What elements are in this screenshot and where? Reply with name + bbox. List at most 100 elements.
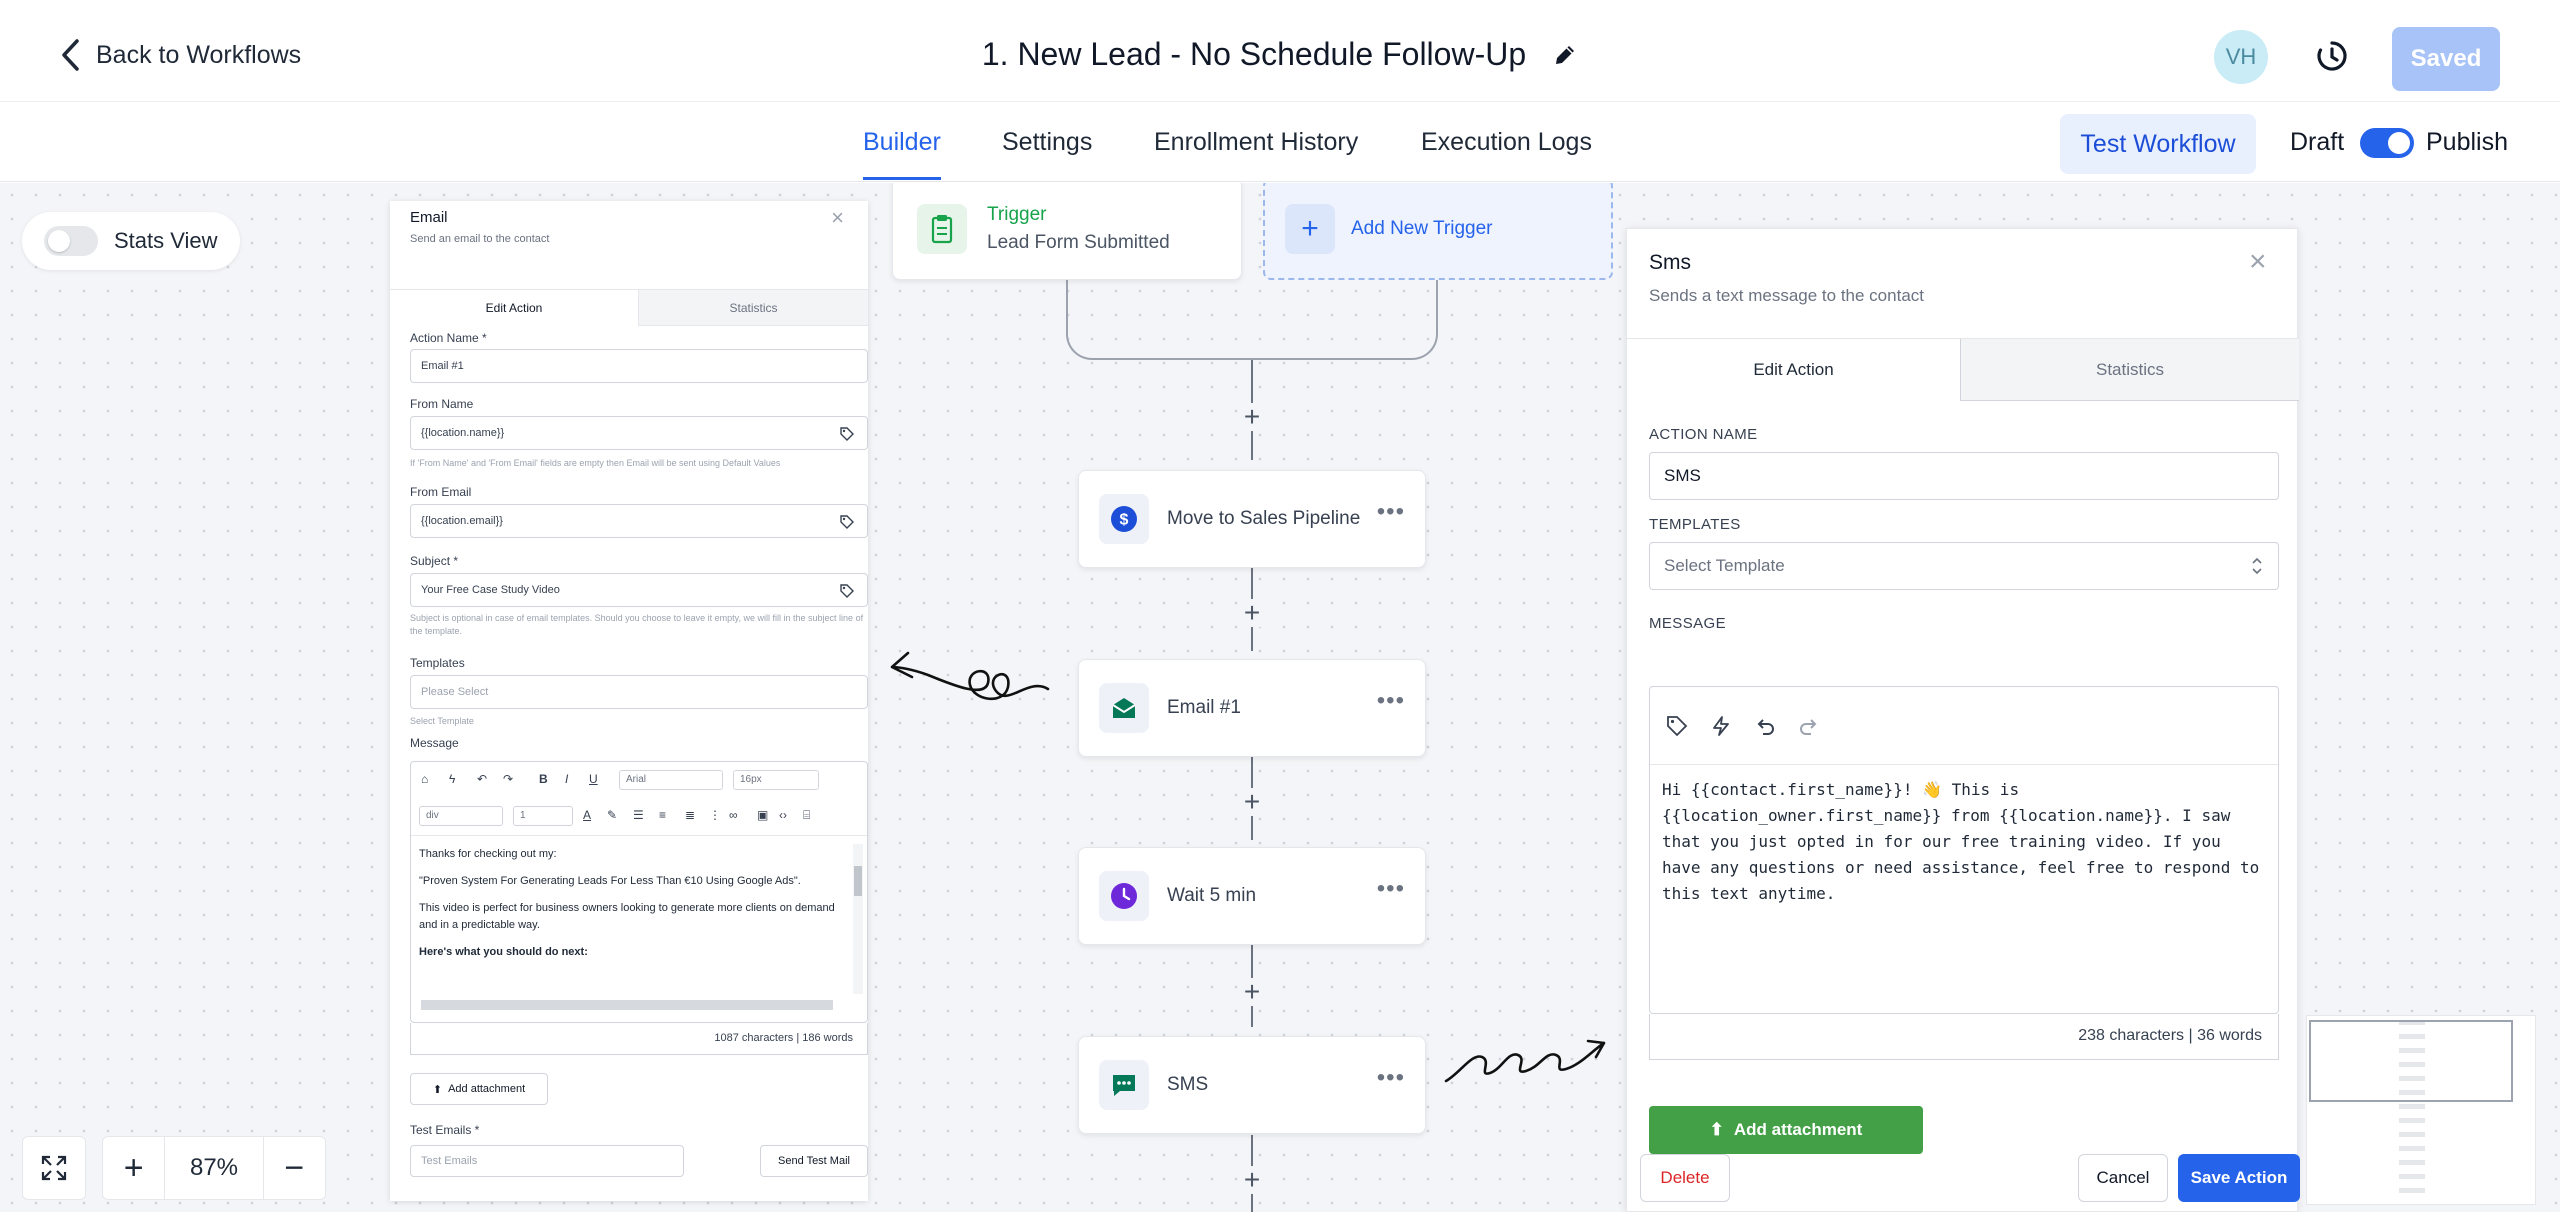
image-icon[interactable]: ▣ xyxy=(757,808,768,822)
bullet-list-icon[interactable]: ☰ xyxy=(633,808,644,822)
close-icon[interactable]: × xyxy=(2249,245,2267,279)
link-icon[interactable]: ∞ xyxy=(729,808,738,822)
tab-builder[interactable]: Builder xyxy=(863,128,941,180)
from-name-input[interactable]: {{location.name}} xyxy=(410,416,868,450)
horizontal-scrollbar[interactable] xyxy=(421,1000,833,1010)
save-action-button[interactable]: Save Action xyxy=(2178,1154,2300,1202)
trigger-node[interactable]: Trigger Lead Form Submitted xyxy=(892,183,1242,280)
font-size-select[interactable]: 16px xyxy=(733,770,819,790)
tag-icon[interactable]: ⌂ xyxy=(421,772,428,786)
vertical-scrollbar[interactable] xyxy=(853,844,863,994)
undo-icon[interactable] xyxy=(1754,715,1776,737)
history-icon[interactable] xyxy=(2314,38,2350,74)
action-name-label: ACTION NAME xyxy=(1649,426,1758,443)
more-options-icon[interactable]: ••• xyxy=(1377,689,1405,713)
minimap-viewport[interactable] xyxy=(2309,1020,2513,1102)
add-new-trigger-button[interactable]: + Add New Trigger xyxy=(1263,183,1613,280)
add-step-button[interactable]: + xyxy=(1238,978,1266,1006)
lightning-icon[interactable]: ϟ xyxy=(449,772,455,786)
code-icon[interactable]: ‹› xyxy=(779,808,787,822)
email-panel-title: Email xyxy=(410,209,448,226)
send-test-mail-button[interactable]: Send Test Mail xyxy=(760,1145,868,1177)
redo-icon[interactable]: ↷ xyxy=(503,772,513,786)
more-options-icon[interactable]: ••• xyxy=(1377,1066,1405,1090)
tab-statistics[interactable]: Statistics xyxy=(1961,339,2299,401)
from-name-label: From Name xyxy=(410,397,474,411)
action-name-input[interactable]: SMS xyxy=(1649,452,2279,500)
email-add-attachment-button[interactable]: ⬆ Add attachment xyxy=(410,1073,548,1105)
tab-edit-action[interactable]: Edit Action xyxy=(390,290,639,326)
subject-input[interactable]: Your Free Case Study Video xyxy=(410,573,868,607)
node-sms[interactable]: SMS ••• xyxy=(1078,1036,1426,1134)
redo-icon[interactable] xyxy=(1798,715,1820,737)
more-options-icon[interactable]: ••• xyxy=(1377,877,1405,901)
node-move-to-sales-pipeline[interactable]: $ Move to Sales Pipeline ••• xyxy=(1078,470,1426,568)
envelope-icon xyxy=(1099,683,1149,733)
underline-icon[interactable]: U xyxy=(589,772,598,786)
add-step-button[interactable]: + xyxy=(1238,788,1266,816)
saved-button[interactable]: Saved xyxy=(2392,27,2500,91)
user-avatar[interactable]: VH xyxy=(2214,30,2268,84)
font-family-select[interactable]: Arial xyxy=(619,770,723,790)
tag-icon[interactable] xyxy=(839,514,855,530)
undo-icon[interactable]: ↶ xyxy=(477,772,487,786)
action-name-input[interactable]: Email #1 xyxy=(410,349,868,383)
add-step-button[interactable]: + xyxy=(1238,1166,1266,1194)
workflow-canvas[interactable]: Stats View + + + + + Trigger Lead Form S… xyxy=(0,183,2560,1212)
italic-icon[interactable]: I xyxy=(565,772,568,786)
subject-label: Subject * xyxy=(410,554,459,568)
more-vertical-icon[interactable]: ⋮ xyxy=(709,808,721,822)
test-emails-input[interactable]: Test Emails xyxy=(410,1145,684,1177)
block-type-select[interactable]: div xyxy=(419,806,503,826)
format-icon[interactable]: ⌸ xyxy=(803,808,810,823)
test-workflow-button[interactable]: Test Workflow xyxy=(2060,114,2256,174)
templates-select[interactable]: Please Select xyxy=(410,675,868,709)
zoom-in-button[interactable]: + xyxy=(103,1137,164,1199)
tag-icon[interactable] xyxy=(1666,715,1688,737)
email-rich-editor[interactable]: ⌂ ϟ ↶ ↷ B I U Arial 16px div 1 A ✎ ☰ ≡ ≣… xyxy=(410,761,868,1023)
tag-icon[interactable] xyxy=(839,426,855,442)
add-step-button[interactable]: + xyxy=(1238,403,1266,431)
body-paragraph: This video is perfect for business owner… xyxy=(419,902,835,931)
tab-settings[interactable]: Settings xyxy=(1002,128,1092,157)
close-icon[interactable]: × xyxy=(831,205,844,231)
fit-view-button[interactable] xyxy=(22,1136,86,1200)
stats-view-toggle[interactable]: Stats View xyxy=(22,212,240,270)
email-body[interactable]: Thanks for checking out my: "Proven Syst… xyxy=(419,846,849,971)
tag-icon[interactable] xyxy=(839,583,855,599)
publish-toggle[interactable] xyxy=(2360,128,2414,158)
node-email-1[interactable]: Email #1 ••• xyxy=(1078,659,1426,757)
templates-label: TEMPLATES xyxy=(1649,516,1741,533)
sms-panel-subtitle: Sends a text message to the contact xyxy=(1649,286,1924,305)
sms-message-editor[interactable]: Hi {{contact.first_name}}! 👋 This is {{l… xyxy=(1649,686,2279,1014)
text-color-icon[interactable]: A xyxy=(583,808,591,822)
sms-message-text[interactable]: Hi {{contact.first_name}}! 👋 This is {{l… xyxy=(1662,777,2268,907)
upload-icon: ⬆ xyxy=(432,1083,443,1096)
trigger-name: Lead Form Submitted xyxy=(987,232,1170,253)
stats-toggle-switch[interactable] xyxy=(44,226,98,256)
align-icon[interactable]: ≣ xyxy=(685,808,695,822)
node-wait[interactable]: Wait 5 min ••• xyxy=(1078,847,1426,945)
sms-panel-title: Sms xyxy=(1649,251,1691,274)
highlight-icon[interactable]: ✎ xyxy=(607,808,617,822)
from-email-input[interactable]: {{location.email}} xyxy=(410,504,868,538)
pencil-icon[interactable] xyxy=(1552,42,1578,68)
add-step-button[interactable]: + xyxy=(1238,599,1266,627)
templates-select[interactable]: Select Template xyxy=(1649,542,2279,590)
cancel-button[interactable]: Cancel xyxy=(2078,1154,2168,1202)
node-label: Move to Sales Pipeline xyxy=(1167,508,1361,529)
tab-execution-logs[interactable]: Execution Logs xyxy=(1421,128,1592,157)
zoom-out-button[interactable]: − xyxy=(264,1137,325,1199)
numbered-list-icon[interactable]: ≡ xyxy=(659,808,666,822)
draft-label: Draft xyxy=(2290,128,2345,156)
line-height-select[interactable]: 1 xyxy=(513,806,573,826)
tab-edit-action[interactable]: Edit Action xyxy=(1627,339,1961,401)
tab-enrollment-history[interactable]: Enrollment History xyxy=(1154,128,1358,157)
tab-statistics[interactable]: Statistics xyxy=(639,290,868,326)
more-options-icon[interactable]: ••• xyxy=(1377,500,1405,524)
lightning-icon[interactable] xyxy=(1710,715,1732,737)
delete-button[interactable]: Delete xyxy=(1640,1154,1730,1202)
bold-icon[interactable]: B xyxy=(539,772,548,786)
canvas-minimap[interactable] xyxy=(2306,1015,2536,1205)
sms-editor-toolbar xyxy=(1650,687,2278,765)
